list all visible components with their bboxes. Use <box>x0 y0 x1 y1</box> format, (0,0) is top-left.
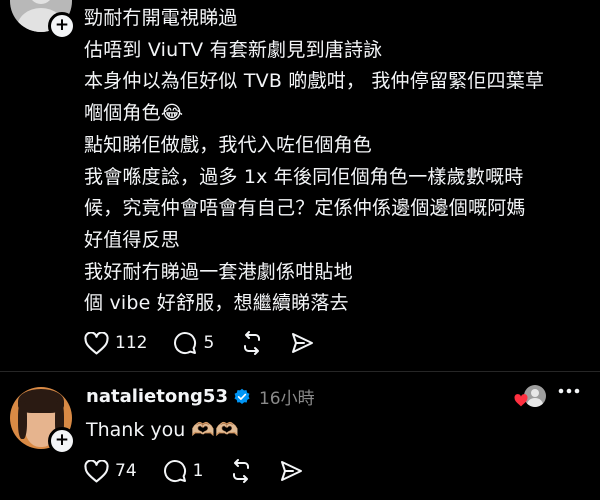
heart-icon <box>84 331 109 354</box>
repost-icon <box>244 331 261 355</box>
comment-count: 5 <box>203 333 215 353</box>
post-actions: 112 5 <box>84 331 340 355</box>
comment-icon <box>174 332 197 355</box>
post-author-avatar[interactable]: + <box>10 0 76 40</box>
post-body: 勁耐冇開電視睇過 估唔到 ViuTV 有套新劇見到唐詩詠 本身仲以為佢好似 TV… <box>84 3 584 320</box>
like-button[interactable]: 74 <box>84 459 137 483</box>
post-line: 估唔到 ViuTV 有套新劇見到唐詩詠 <box>84 38 383 61</box>
reply-actions: 74 1 <box>84 459 329 483</box>
share-icon <box>281 461 303 481</box>
follow-plus-icon[interactable]: + <box>48 427 76 455</box>
follow-plus-icon[interactable]: + <box>48 12 76 40</box>
post-line: 好值得反思 <box>84 228 181 251</box>
comment-button[interactable]: 1 <box>163 459 204 483</box>
like-count: 112 <box>115 333 148 353</box>
like-button[interactable]: 112 <box>84 331 148 355</box>
post-line: 候，究竟仲會唔會有自己？定係仲係邊個邊個嘅阿媽 <box>84 197 526 220</box>
comment-icon <box>163 460 186 483</box>
comment-button[interactable]: 5 <box>173 331 214 355</box>
reply-timestamp: 16小時 <box>258 389 315 409</box>
reply-username[interactable]: natalietong53 <box>86 386 228 407</box>
reply-header: natalietong53 16小時 <box>86 384 315 409</box>
post-line: 我會喺度諗，過多 1x 年後同佢個角色一樣歲數嘅時 <box>84 165 524 188</box>
verified-icon <box>234 388 250 404</box>
laughing-emoji: 😂 <box>160 102 184 125</box>
reply-body: Thank you 🫶🏼🫶🏼 <box>86 418 239 442</box>
share-icon <box>292 333 314 353</box>
repost-button[interactable] <box>240 331 264 355</box>
post-line: 勁耐冇開電視睇過 <box>84 7 238 29</box>
like-count: 74 <box>115 461 137 481</box>
post-line: 嗰個角色😂 <box>84 102 184 125</box>
post-line: 本身仲以為佢好似 TVB 啲戲咁， 我仲停留緊佢四葉草 <box>84 70 545 93</box>
repost-icon <box>233 459 250 483</box>
post-line: 我好耐冇睇過一套港劇係咁貼地 <box>84 260 353 283</box>
comment-count: 1 <box>192 461 204 481</box>
post-line: 個 vibe 好舒服，想繼續睇落去 <box>84 292 349 315</box>
heart-icon <box>84 459 109 482</box>
reply-author-avatar[interactable]: + <box>10 387 76 455</box>
share-button[interactable] <box>279 459 303 483</box>
more-icon[interactable] <box>558 388 580 394</box>
divider <box>0 371 600 372</box>
post-line: 點知睇佢做戲，我代入咗佢個角色 <box>84 133 373 156</box>
heart-hands-emoji: 🫶🏼🫶🏼 <box>191 419 239 441</box>
reply-text: Thank you <box>86 418 186 441</box>
repost-button[interactable] <box>229 459 253 483</box>
share-button[interactable] <box>290 331 314 355</box>
